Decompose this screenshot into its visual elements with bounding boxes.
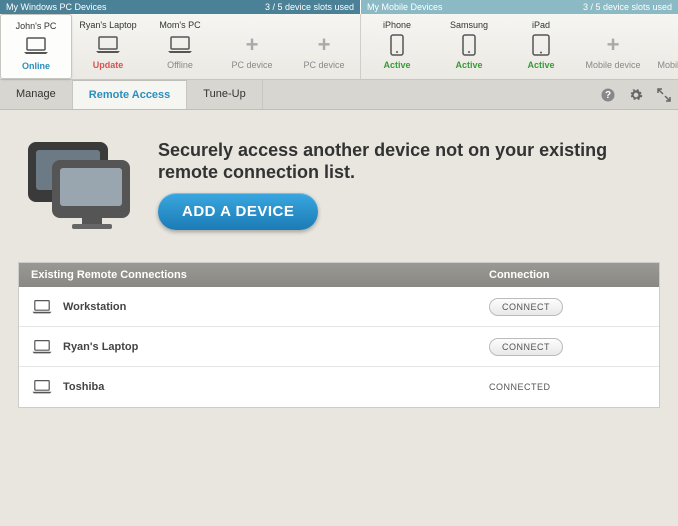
svg-text:?: ? <box>605 90 611 101</box>
connection-name: Ryan's Laptop <box>63 341 138 353</box>
plus-icon: + <box>579 32 647 58</box>
device-status: Active <box>507 60 575 70</box>
pc-slots-used: 3 / 5 device slots used <box>265 2 354 12</box>
laptop-icon <box>31 339 53 355</box>
add-mobile-slot[interactable]: + Mobile device <box>649 14 678 79</box>
mobile-devices-label: My Mobile Devices <box>367 2 443 12</box>
pc-device-2[interactable]: Mom's PC Offline <box>144 14 216 79</box>
add-pc-slot[interactable]: + PC device <box>288 14 360 79</box>
tab-tune-up[interactable]: Tune-Up <box>187 80 262 109</box>
remote-connections-table: Existing Remote Connections Connection W… <box>18 262 660 408</box>
col-remote-connections: Existing Remote Connections <box>19 269 489 281</box>
device-status: Active <box>435 60 503 70</box>
device-name: John's PC <box>3 21 69 31</box>
mobile-device-0[interactable]: iPhone Active <box>361 14 433 79</box>
table-row: Toshiba CONNECTED <box>19 367 659 407</box>
device-name <box>579 20 647 30</box>
device-name: iPad <box>507 20 575 30</box>
device-status: Active <box>363 60 431 70</box>
connection-name: Workstation <box>63 301 126 313</box>
device-name: Ryan's Laptop <box>74 20 142 30</box>
phone-icon <box>363 32 431 58</box>
device-status: Mobile device <box>579 60 647 70</box>
device-status: PC device <box>218 60 286 70</box>
mobile-slots-used: 3 / 5 device slots used <box>583 2 672 12</box>
device-name: Samsung <box>435 20 503 30</box>
laptop-icon <box>74 32 142 58</box>
device-status: Offline <box>146 60 214 70</box>
add-device-button[interactable]: ADD A DEVICE <box>158 193 318 230</box>
remote-monitors-icon <box>18 130 138 240</box>
pc-device-0[interactable]: John's PC Online <box>0 14 72 79</box>
connect-button[interactable]: CONNECT <box>489 298 563 316</box>
phone-icon <box>435 32 503 58</box>
plus-icon: + <box>218 32 286 58</box>
device-name <box>218 20 286 30</box>
col-connection: Connection <box>489 269 659 281</box>
laptop-icon <box>31 299 53 315</box>
connection-status: CONNECTED <box>489 382 551 392</box>
table-row: Workstation CONNECT <box>19 287 659 327</box>
hero-title: Securely access another device not on yo… <box>158 140 660 183</box>
device-status: Mobile device <box>651 60 678 70</box>
device-name <box>651 20 678 30</box>
pc-device-1[interactable]: Ryan's Laptop Update <box>72 14 144 79</box>
mobile-device-2[interactable]: iPad Active <box>505 14 577 79</box>
connection-name: Toshiba <box>63 381 104 393</box>
device-status: Update <box>74 60 142 70</box>
expand-icon[interactable] <box>654 85 674 105</box>
plus-icon: + <box>290 32 358 58</box>
device-name: iPhone <box>363 20 431 30</box>
add-mobile-slot[interactable]: + Mobile device <box>577 14 649 79</box>
device-status: Online <box>3 61 69 71</box>
help-icon[interactable]: ? <box>598 85 618 105</box>
table-row: Ryan's Laptop CONNECT <box>19 327 659 367</box>
tablet-icon <box>507 32 575 58</box>
laptop-icon <box>146 32 214 58</box>
connect-button[interactable]: CONNECT <box>489 338 563 356</box>
device-name <box>290 20 358 30</box>
tab-remote-access[interactable]: Remote Access <box>73 80 188 109</box>
laptop-icon <box>3 33 69 59</box>
mobile-device-1[interactable]: Samsung Active <box>433 14 505 79</box>
laptop-icon <box>31 379 53 395</box>
device-status: PC device <box>290 60 358 70</box>
tab-manage[interactable]: Manage <box>0 80 73 109</box>
gear-icon[interactable] <box>626 85 646 105</box>
plus-icon: + <box>651 32 678 58</box>
add-pc-slot[interactable]: + PC device <box>216 14 288 79</box>
pc-devices-label: My Windows PC Devices <box>6 2 107 12</box>
device-name: Mom's PC <box>146 20 214 30</box>
